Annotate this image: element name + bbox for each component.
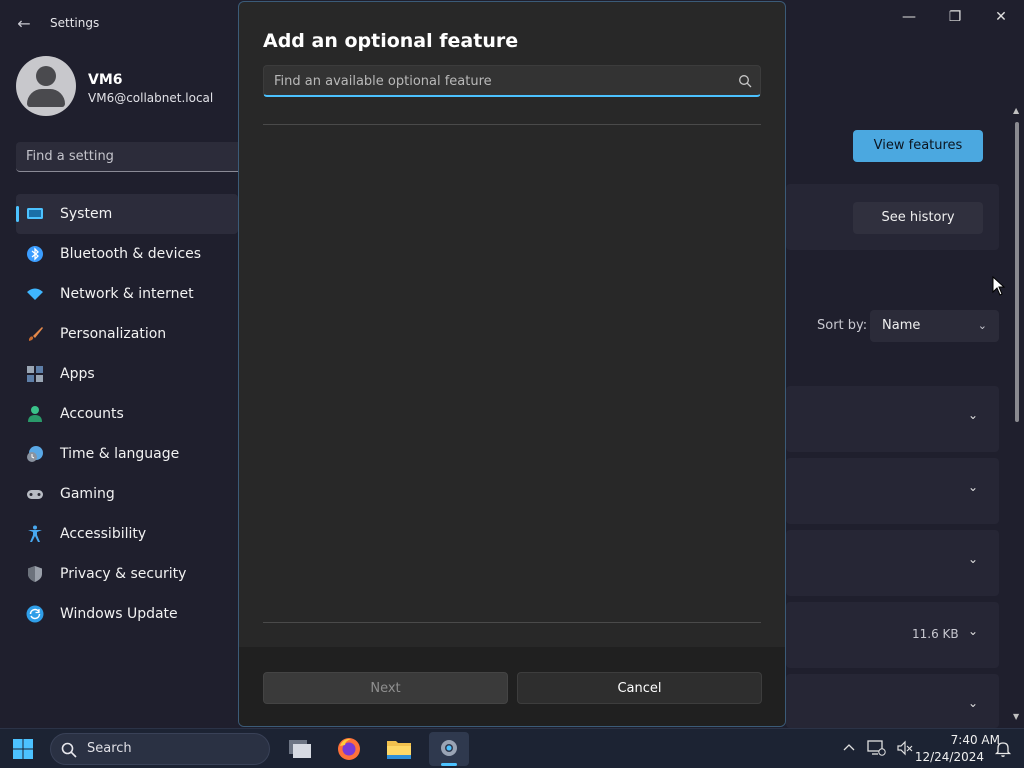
list-divider-bottom <box>263 622 761 623</box>
wifi-icon <box>27 288 43 300</box>
gamepad-icon <box>27 490 43 499</box>
active-app-indicator <box>441 763 457 766</box>
sidebar-item-gaming[interactable]: Gaming <box>16 474 238 514</box>
sort-by-dropdown[interactable]: Name ⌄ <box>870 310 999 342</box>
sidebar-nav: System Bluetooth & devices Network & int… <box>16 194 238 634</box>
update-icon <box>26 605 44 623</box>
installed-feature-card[interactable]: ⌄ <box>786 530 999 596</box>
chevron-down-icon[interactable]: ⌄ <box>968 624 978 638</box>
shield-icon <box>28 566 42 582</box>
back-button[interactable]: ← <box>10 12 38 36</box>
sidebar-item-personalization[interactable]: Personalization <box>16 314 238 354</box>
sidebar-item-privacy-security[interactable]: Privacy & security <box>16 554 238 594</box>
see-history-button[interactable]: See history <box>853 202 983 234</box>
scroll-down-arrow-icon[interactable]: ▼ <box>1013 712 1019 721</box>
bluetooth-icon <box>27 246 43 262</box>
minimize-button[interactable]: — <box>886 4 932 30</box>
profile-email: VM6@collabnet.local <box>88 91 214 105</box>
search-icon <box>739 75 752 88</box>
avatar[interactable] <box>16 56 76 116</box>
globe-clock-icon <box>27 446 43 462</box>
brush-icon <box>29 327 43 341</box>
firefox-taskbar-button[interactable] <box>329 732 369 766</box>
profile-name: VM6 <box>88 72 123 88</box>
chevron-down-icon[interactable]: ⌄ <box>968 552 978 566</box>
mouse-cursor-icon <box>992 276 1006 296</box>
sidebar-item-label: Network & internet <box>60 286 194 302</box>
optional-feature-search-input[interactable] <box>264 66 734 96</box>
settings-taskbar-button[interactable] <box>429 732 469 766</box>
installed-feature-card[interactable]: 11.6 KB ⌄ <box>786 602 999 668</box>
firefox-icon <box>338 738 360 760</box>
sort-by-value: Name <box>882 318 921 333</box>
sidebar-item-time-language[interactable]: Time & language <box>16 434 238 474</box>
sidebar-item-label: Apps <box>60 366 95 382</box>
sidebar-item-label: System <box>60 206 113 222</box>
search-icon <box>61 742 77 758</box>
apps-icon <box>27 366 43 382</box>
page-scrollbar[interactable]: ▲ ▼ <box>1013 106 1021 728</box>
taskbar-clock-date[interactable]: 12/24/2024 <box>908 750 984 764</box>
chevron-down-icon: ⌄ <box>977 319 987 332</box>
sidebar-item-label: Personalization <box>60 326 167 342</box>
settings-window: ← Settings — ❐ ✕ VM6 VM6@collabnet.local… <box>0 0 1024 728</box>
avatar-head-shape <box>36 66 56 86</box>
taskbar: Search 7:40 AM 12/24/2024 <box>0 728 1024 768</box>
scroll-up-arrow-icon[interactable]: ▲ <box>1013 106 1019 115</box>
chevron-down-icon[interactable]: ⌄ <box>968 480 978 494</box>
installed-feature-card[interactable]: ⌄ <box>786 386 999 452</box>
task-view-icon <box>289 740 311 758</box>
dialog-title: Add an optional feature <box>263 30 519 52</box>
accessibility-icon <box>28 525 42 542</box>
sidebar-item-label: Time & language <box>60 446 180 462</box>
feature-size: 11.6 KB <box>912 627 959 641</box>
sort-by-label: Sort by: <box>817 318 868 333</box>
notification-bell-icon[interactable] <box>994 740 1012 758</box>
installed-feature-card[interactable]: ⌄ <box>786 458 999 524</box>
sidebar-item-accessibility[interactable]: Accessibility <box>16 514 238 554</box>
next-button[interactable]: Next <box>263 672 508 704</box>
add-optional-feature-dialog: Add an optional feature Next Cancel <box>238 1 786 727</box>
chevron-down-icon[interactable]: ⌄ <box>968 696 978 710</box>
show-hidden-icons-chevron-icon[interactable] <box>842 741 856 755</box>
chevron-down-icon[interactable]: ⌄ <box>968 408 978 422</box>
cancel-button[interactable]: Cancel <box>517 672 762 704</box>
close-button[interactable]: ✕ <box>978 4 1024 30</box>
network-status-icon[interactable] <box>866 739 886 757</box>
selection-indicator <box>16 206 19 222</box>
sidebar-item-label: Accounts <box>60 406 124 422</box>
sidebar-item-apps[interactable]: Apps <box>16 354 238 394</box>
sidebar-item-accounts[interactable]: Accounts <box>16 394 238 434</box>
scroll-thumb[interactable] <box>1015 122 1019 422</box>
sidebar-item-label: Accessibility <box>60 526 147 542</box>
installed-feature-card[interactable]: ⌄ <box>786 674 999 728</box>
find-setting-input[interactable]: Find a setting <box>16 142 246 172</box>
dialog-footer: Next Cancel <box>239 647 785 726</box>
sidebar-item-label: Windows Update <box>60 606 178 622</box>
file-explorer-icon <box>387 741 411 759</box>
sidebar-item-network[interactable]: Network & internet <box>16 274 238 314</box>
sidebar-item-label: Gaming <box>60 486 115 502</box>
taskbar-search-box[interactable]: Search <box>50 733 270 765</box>
taskbar-clock-time[interactable]: 7:40 AM <box>908 733 1000 747</box>
task-view-button[interactable] <box>279 732 319 766</box>
app-title: Settings <box>50 16 100 30</box>
windows-start-icon[interactable] <box>8 735 38 763</box>
view-features-button[interactable]: View features <box>853 130 983 162</box>
avatar-body-shape <box>27 89 65 107</box>
accounts-icon <box>28 406 42 422</box>
maximize-button[interactable]: ❐ <box>932 4 978 30</box>
system-icon <box>27 208 43 219</box>
sidebar-item-label: Bluetooth & devices <box>60 246 202 262</box>
sidebar-item-bluetooth[interactable]: Bluetooth & devices <box>16 234 238 274</box>
sidebar-item-system[interactable]: System <box>16 194 238 234</box>
dialog-search-box[interactable] <box>263 65 761 97</box>
file-explorer-taskbar-button[interactable] <box>379 732 419 766</box>
available-features-list[interactable] <box>263 125 761 622</box>
sidebar-item-label: Privacy & security <box>60 566 187 582</box>
taskbar-search-label: Search <box>87 741 132 756</box>
settings-app-icon <box>441 740 457 756</box>
sidebar-item-windows-update[interactable]: Windows Update <box>16 594 238 634</box>
